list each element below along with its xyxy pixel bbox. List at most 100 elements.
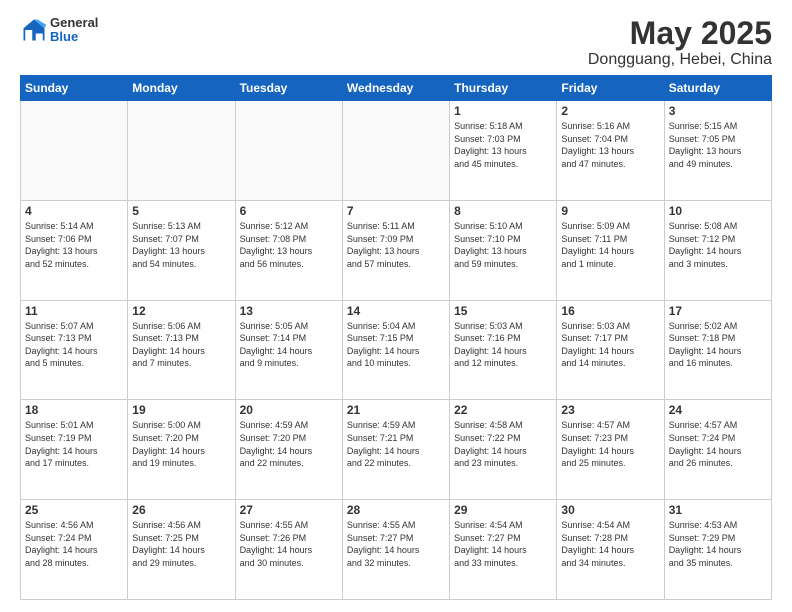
day-info: Sunrise: 5:03 AM Sunset: 7:16 PM Dayligh… <box>454 320 552 370</box>
day-info: Sunrise: 5:06 AM Sunset: 7:13 PM Dayligh… <box>132 320 230 370</box>
calendar-table: SundayMondayTuesdayWednesdayThursdayFrid… <box>20 75 772 600</box>
day-info: Sunrise: 4:57 AM Sunset: 7:23 PM Dayligh… <box>561 419 659 469</box>
day-info: Sunrise: 5:03 AM Sunset: 7:17 PM Dayligh… <box>561 320 659 370</box>
day-info: Sunrise: 5:01 AM Sunset: 7:19 PM Dayligh… <box>25 419 123 469</box>
calendar-cell: 16 Sunrise: 5:03 AM Sunset: 7:17 PM Dayli… <box>557 300 664 400</box>
logo-icon <box>20 16 48 44</box>
calendar-cell: 19Sunrise: 5:00 AM Sunset: 7:20 PM Dayli… <box>128 400 235 500</box>
day-info: Sunrise: 4:58 AM Sunset: 7:22 PM Dayligh… <box>454 419 552 469</box>
calendar-cell: 3 Sunrise: 5:15 AM Sunset: 7:05 PM Daylig… <box>664 101 771 201</box>
calendar-cell: 26 Sunrise: 4:56 AM Sunset: 7:25 PM Dayli… <box>128 500 235 600</box>
day-number: 6 <box>240 204 338 218</box>
calendar-cell <box>21 101 128 201</box>
calendar-cell: 9 Sunrise: 5:09 AM Sunset: 7:11 PM Daylig… <box>557 200 664 300</box>
logo-blue-text: Blue <box>50 30 98 44</box>
calendar-week-3: 18 Sunrise: 5:01 AM Sunset: 7:19 PM Dayli… <box>21 400 772 500</box>
weekday-header-tuesday: Tuesday <box>235 76 342 101</box>
calendar-cell <box>342 101 449 201</box>
title-block: May 2025 Dongguang, Hebei, China <box>588 16 772 69</box>
day-number: 28 <box>347 503 445 517</box>
day-number: 27 <box>240 503 338 517</box>
calendar-cell: 30 Sunrise: 4:54 AM Sunset: 7:28 PM Dayli… <box>557 500 664 600</box>
logo-general-text: General <box>50 16 98 30</box>
day-number: 29 <box>454 503 552 517</box>
day-number: 25 <box>25 503 123 517</box>
weekday-header-row: SundayMondayTuesdayWednesdayThursdayFrid… <box>21 76 772 101</box>
day-info: Sunrise: 5:10 AM Sunset: 7:10 PM Dayligh… <box>454 220 552 270</box>
day-number: 31 <box>669 503 767 517</box>
location-title: Dongguang, Hebei, China <box>588 51 772 69</box>
weekday-header-friday: Friday <box>557 76 664 101</box>
day-number: 26 <box>132 503 230 517</box>
day-number: 15 <box>454 304 552 318</box>
weekday-header-thursday: Thursday <box>450 76 557 101</box>
day-info: Sunrise: 5:16 AM Sunset: 7:04 PM Dayligh… <box>561 120 659 170</box>
day-info: Sunrise: 5:04 AM Sunset: 7:15 PM Dayligh… <box>347 320 445 370</box>
day-number: 9 <box>561 204 659 218</box>
calendar-cell: 21Sunrise: 4:59 AM Sunset: 7:21 PM Dayli… <box>342 400 449 500</box>
day-info: Sunrise: 4:53 AM Sunset: 7:29 PM Dayligh… <box>669 519 767 569</box>
weekday-header-monday: Monday <box>128 76 235 101</box>
day-number: 11 <box>25 304 123 318</box>
calendar-cell: 27Sunrise: 4:55 AM Sunset: 7:26 PM Dayli… <box>235 500 342 600</box>
calendar-cell: 7Sunrise: 5:11 AM Sunset: 7:09 PM Daylig… <box>342 200 449 300</box>
weekday-header-wednesday: Wednesday <box>342 76 449 101</box>
calendar-cell: 31 Sunrise: 4:53 AM Sunset: 7:29 PM Dayli… <box>664 500 771 600</box>
calendar-cell: 1 Sunrise: 5:18 AM Sunset: 7:03 PM Daylig… <box>450 101 557 201</box>
day-number: 16 <box>561 304 659 318</box>
day-info: Sunrise: 5:13 AM Sunset: 7:07 PM Dayligh… <box>132 220 230 270</box>
calendar-cell: 29 Sunrise: 4:54 AM Sunset: 7:27 PM Dayli… <box>450 500 557 600</box>
calendar-week-2: 11 Sunrise: 5:07 AM Sunset: 7:13 PM Dayli… <box>21 300 772 400</box>
calendar-cell: 15 Sunrise: 5:03 AM Sunset: 7:16 PM Dayli… <box>450 300 557 400</box>
day-info: Sunrise: 5:07 AM Sunset: 7:13 PM Dayligh… <box>25 320 123 370</box>
calendar-week-1: 4Sunrise: 5:14 AM Sunset: 7:06 PM Daylig… <box>21 200 772 300</box>
calendar-cell: 14 Sunrise: 5:04 AM Sunset: 7:15 PM Dayli… <box>342 300 449 400</box>
calendar-cell: 2 Sunrise: 5:16 AM Sunset: 7:04 PM Daylig… <box>557 101 664 201</box>
day-info: Sunrise: 5:14 AM Sunset: 7:06 PM Dayligh… <box>25 220 123 270</box>
day-number: 24 <box>669 403 767 417</box>
day-info: Sunrise: 4:54 AM Sunset: 7:27 PM Dayligh… <box>454 519 552 569</box>
calendar-cell: 17Sunrise: 5:02 AM Sunset: 7:18 PM Dayli… <box>664 300 771 400</box>
day-number: 1 <box>454 104 552 118</box>
day-info: Sunrise: 5:05 AM Sunset: 7:14 PM Dayligh… <box>240 320 338 370</box>
day-number: 2 <box>561 104 659 118</box>
weekday-header-saturday: Saturday <box>664 76 771 101</box>
calendar-cell: 18 Sunrise: 5:01 AM Sunset: 7:19 PM Dayli… <box>21 400 128 500</box>
day-number: 7 <box>347 204 445 218</box>
logo-text: General Blue <box>50 16 98 45</box>
calendar-cell: 28Sunrise: 4:55 AM Sunset: 7:27 PM Dayli… <box>342 500 449 600</box>
day-number: 8 <box>454 204 552 218</box>
day-number: 10 <box>669 204 767 218</box>
day-info: Sunrise: 4:59 AM Sunset: 7:20 PM Dayligh… <box>240 419 338 469</box>
calendar-cell: 5 Sunrise: 5:13 AM Sunset: 7:07 PM Daylig… <box>128 200 235 300</box>
day-info: Sunrise: 5:15 AM Sunset: 7:05 PM Dayligh… <box>669 120 767 170</box>
calendar-cell: 12Sunrise: 5:06 AM Sunset: 7:13 PM Dayli… <box>128 300 235 400</box>
calendar-cell: 4Sunrise: 5:14 AM Sunset: 7:06 PM Daylig… <box>21 200 128 300</box>
day-info: Sunrise: 5:12 AM Sunset: 7:08 PM Dayligh… <box>240 220 338 270</box>
day-info: Sunrise: 4:57 AM Sunset: 7:24 PM Dayligh… <box>669 419 767 469</box>
day-info: Sunrise: 4:56 AM Sunset: 7:25 PM Dayligh… <box>132 519 230 569</box>
day-number: 18 <box>25 403 123 417</box>
header: General Blue May 2025 Dongguang, Hebei, … <box>20 16 772 69</box>
day-number: 30 <box>561 503 659 517</box>
page: General Blue May 2025 Dongguang, Hebei, … <box>0 0 792 612</box>
day-number: 5 <box>132 204 230 218</box>
calendar-cell: 23 Sunrise: 4:57 AM Sunset: 7:23 PM Dayli… <box>557 400 664 500</box>
day-number: 23 <box>561 403 659 417</box>
calendar-week-0: 1 Sunrise: 5:18 AM Sunset: 7:03 PM Daylig… <box>21 101 772 201</box>
day-number: 14 <box>347 304 445 318</box>
day-info: Sunrise: 5:09 AM Sunset: 7:11 PM Dayligh… <box>561 220 659 270</box>
day-number: 20 <box>240 403 338 417</box>
day-info: Sunrise: 5:18 AM Sunset: 7:03 PM Dayligh… <box>454 120 552 170</box>
day-info: Sunrise: 5:08 AM Sunset: 7:12 PM Dayligh… <box>669 220 767 270</box>
calendar-cell <box>235 101 342 201</box>
day-number: 3 <box>669 104 767 118</box>
day-info: Sunrise: 5:02 AM Sunset: 7:18 PM Dayligh… <box>669 320 767 370</box>
day-info: Sunrise: 4:54 AM Sunset: 7:28 PM Dayligh… <box>561 519 659 569</box>
calendar-cell: 24 Sunrise: 4:57 AM Sunset: 7:24 PM Dayli… <box>664 400 771 500</box>
day-number: 22 <box>454 403 552 417</box>
calendar-cell: 8 Sunrise: 5:10 AM Sunset: 7:10 PM Daylig… <box>450 200 557 300</box>
logo: General Blue <box>20 16 98 45</box>
calendar-cell: 20 Sunrise: 4:59 AM Sunset: 7:20 PM Dayli… <box>235 400 342 500</box>
calendar-cell: 13Sunrise: 5:05 AM Sunset: 7:14 PM Dayli… <box>235 300 342 400</box>
